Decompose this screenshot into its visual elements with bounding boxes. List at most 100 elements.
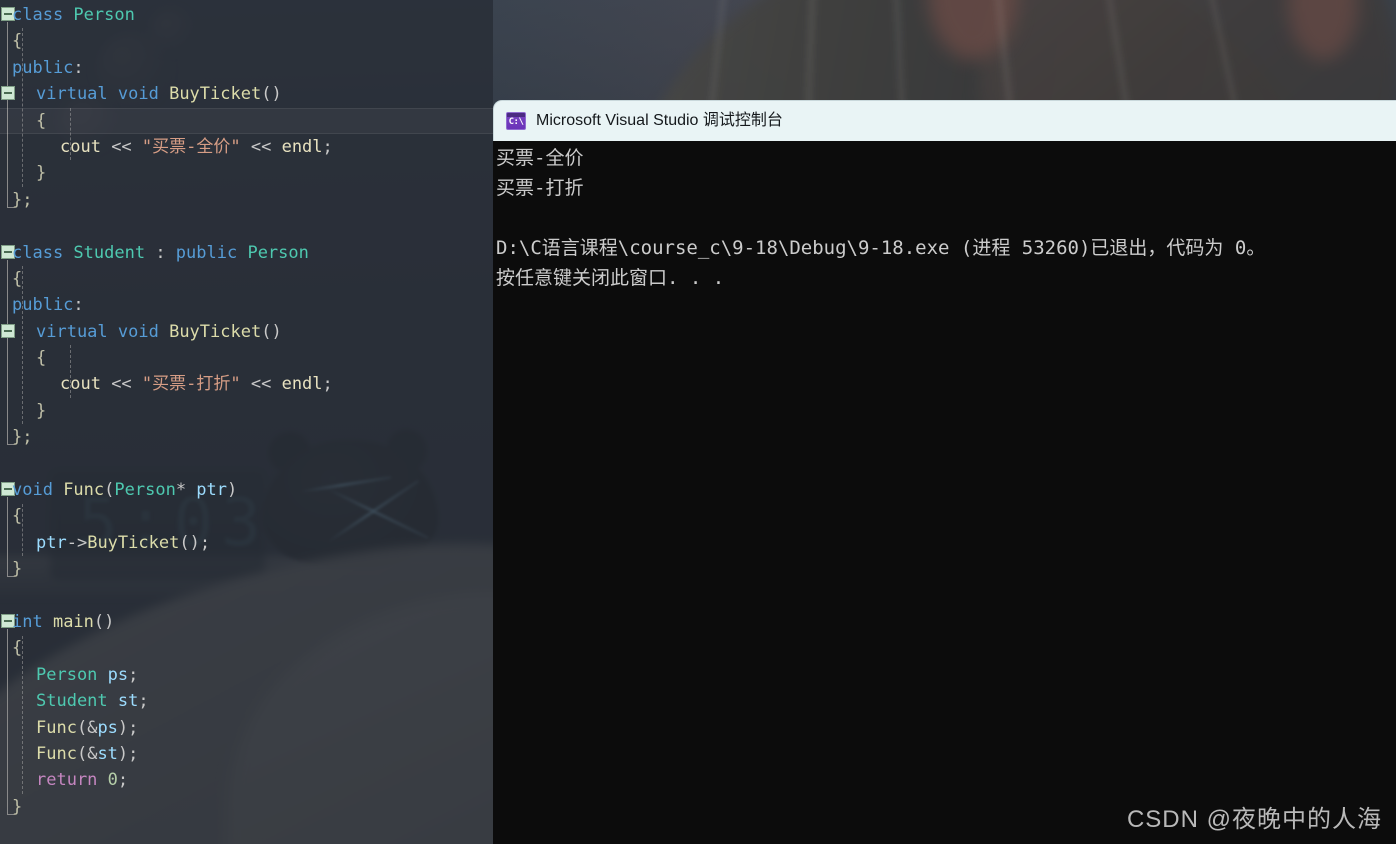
console-output-line: 买票-打折 [496, 177, 584, 199]
code-token: }; [12, 427, 33, 448]
console-title-text: Microsoft Visual Studio 调试控制台 [536, 112, 783, 129]
code-line[interactable]: { [0, 345, 493, 371]
code-line[interactable]: Person ps; [0, 662, 493, 688]
code-token: BuyTicket [169, 321, 262, 342]
code-line[interactable]: ptr->BuyTicket(); [0, 530, 493, 556]
code-token: Func [36, 743, 77, 764]
code-token: return [36, 770, 108, 791]
code-line[interactable]: public: [0, 55, 493, 81]
code-token: 0 [107, 770, 118, 791]
code-token: Student [36, 691, 118, 712]
console-output-line: 按任意键关闭此窗口. . . [496, 267, 725, 289]
code-token: { [36, 110, 47, 131]
code-token: } [12, 796, 23, 817]
code-token: Func [63, 480, 105, 501]
code-line[interactable]: Func(&st); [0, 741, 493, 767]
code-token: { [12, 31, 23, 52]
screen-root: 5:03 class Person{public:virtual void Bu… [0, 0, 1396, 844]
indent-guide [22, 266, 23, 425]
code-token: : [73, 295, 84, 316]
code-token: } [36, 400, 47, 421]
code-token: << [240, 136, 282, 157]
code-token: Person [73, 5, 135, 25]
code-line[interactable]: Student st; [0, 688, 493, 714]
code-token: (& [76, 717, 98, 738]
code-line[interactable]: }; [0, 187, 493, 213]
code-token: st [117, 691, 139, 712]
code-token: ps [97, 717, 118, 738]
code-token: public [175, 242, 248, 263]
code-line[interactable] [0, 213, 493, 239]
code-line[interactable]: { [0, 107, 493, 135]
code-token: void [12, 480, 64, 501]
code-token: BuyTicket [169, 84, 262, 105]
code-line[interactable]: { [0, 266, 493, 292]
code-line[interactable]: Func(&ps); [0, 715, 493, 741]
code-line[interactable]: { [0, 28, 493, 54]
code-line[interactable]: void Func(Person* ptr) [0, 477, 493, 503]
editor-code-area[interactable]: class Person{public: virtual void BuyTick… [0, 2, 493, 820]
code-token: main [52, 611, 94, 632]
code-token: ( [104, 480, 115, 501]
code-token: { [36, 348, 47, 369]
debug-console-window[interactable]: C:\ Microsoft Visual Studio 调试控制台 买票-全价买… [493, 100, 1396, 844]
code-token: } [12, 559, 23, 580]
code-line[interactable]: } [0, 794, 493, 820]
code-token: ptr [36, 532, 67, 553]
code-line[interactable]: virtual void BuyTicket() [0, 319, 493, 345]
code-token: ; [322, 374, 333, 395]
code-token: { [12, 268, 23, 289]
code-line[interactable]: return 0; [0, 767, 493, 793]
code-token: () [93, 611, 115, 632]
indent-guide [70, 107, 71, 161]
code-token: ) [227, 480, 238, 501]
code-token: void [117, 321, 170, 342]
code-token: cout [60, 136, 112, 157]
console-output-line: D:\C语言课程\course_c\9-18\Debug\9-18.exe (进… [496, 237, 1266, 259]
code-line[interactable]: cout << "买票-打折" << endl; [0, 371, 493, 397]
code-token: st [97, 743, 118, 764]
code-line[interactable] [0, 583, 493, 609]
code-token: (& [76, 743, 98, 764]
code-token: << [240, 374, 282, 395]
code-line[interactable]: public: [0, 292, 493, 318]
code-line[interactable]: { [0, 503, 493, 529]
code-line[interactable]: } [0, 398, 493, 424]
code-line[interactable]: class Student : public Person [0, 240, 493, 266]
code-token: virtual [36, 321, 118, 342]
code-line[interactable]: virtual void BuyTicket() [0, 81, 493, 107]
code-token: ; [199, 532, 211, 553]
code-token: endl [281, 374, 323, 395]
code-token: Func [36, 717, 77, 738]
code-line[interactable]: int main() [0, 609, 493, 635]
indent-guide [70, 345, 71, 398]
code-token: { [12, 506, 23, 527]
code-token: ptr [196, 480, 228, 501]
code-token: }; [12, 189, 33, 210]
code-line[interactable]: { [0, 635, 493, 661]
console-output-area[interactable]: 买票-全价 买票-打折 D:\C语言课程\course_c\9-18\Debug\… [493, 141, 1396, 844]
csdn-watermark: CSDN @夜晚中的人海 [1126, 806, 1382, 833]
code-token: ; [128, 664, 139, 685]
code-line[interactable]: } [0, 556, 493, 582]
code-token: ; [128, 743, 139, 764]
code-token: () [261, 321, 282, 342]
code-token: << [111, 136, 142, 157]
code-token: cout [60, 374, 112, 395]
console-titlebar[interactable]: C:\ Microsoft Visual Studio 调试控制台 [493, 100, 1396, 141]
code-line[interactable]: } [0, 160, 493, 186]
code-token: "买票-打折" [141, 374, 241, 395]
code-token: endl [281, 136, 323, 157]
code-token: : [73, 57, 84, 78]
code-line[interactable] [0, 451, 493, 477]
code-token: () [179, 532, 200, 553]
code-line[interactable]: cout << "买票-全价" << endl; [0, 134, 493, 160]
code-editor-pane[interactable]: class Person{public: virtual void BuyTick… [0, 0, 493, 844]
code-token: virtual [36, 84, 118, 105]
code-token: * [175, 480, 197, 501]
code-line[interactable]: class Person [0, 2, 493, 28]
console-icon-glyph: C:\ [508, 117, 524, 127]
code-line[interactable]: }; [0, 424, 493, 450]
code-token: ) [117, 717, 129, 738]
